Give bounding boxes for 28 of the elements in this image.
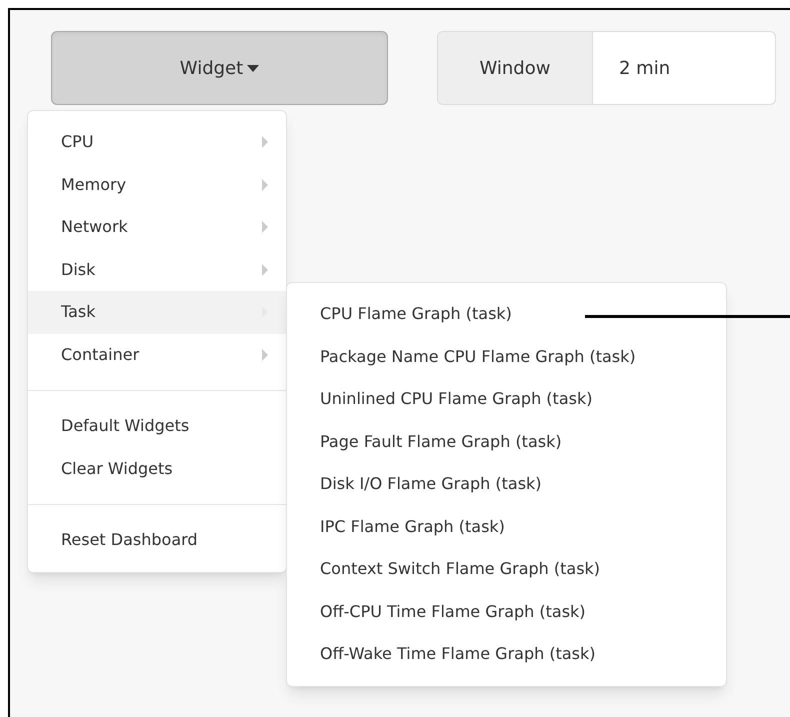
submenu-item[interactable]: Package Name CPU Flame Graph (task) xyxy=(287,336,726,378)
menu-item[interactable]: Clear Widgets xyxy=(28,448,286,490)
widget-button[interactable]: Widget xyxy=(51,31,388,105)
menu-item[interactable]: Container xyxy=(28,334,286,376)
window-label: Window xyxy=(438,32,593,104)
menu-item[interactable]: Network xyxy=(28,206,286,248)
caret-icon xyxy=(247,64,260,72)
submenu-item[interactable]: Page Fault Flame Graph (task) xyxy=(287,420,726,463)
submenu-item[interactable]: IPC Flame Graph (task) xyxy=(287,506,726,548)
submenu-item[interactable]: CPU Flame Graph (task) xyxy=(287,293,726,336)
menu-item[interactable]: CPU xyxy=(28,121,286,164)
submenu-item[interactable]: Off-Wake Time Flame Graph (task) xyxy=(287,633,726,676)
submenu-item[interactable]: Disk I/O Flame Graph (task) xyxy=(287,463,726,506)
window-selector[interactable]: Window 2 min xyxy=(437,31,776,105)
submenu-arrow-icon xyxy=(262,264,268,276)
submenu-arrow-icon xyxy=(262,221,268,234)
menu-item[interactable]: Task xyxy=(28,291,286,334)
submenu-arrow-icon xyxy=(262,178,268,191)
submenu-arrow-icon xyxy=(262,348,268,361)
window-value: 2 min xyxy=(618,56,670,80)
submenu-item[interactable]: Context Switch Flame Graph (task) xyxy=(287,548,726,590)
menu-item[interactable]: Reset Dashboard xyxy=(28,519,286,562)
menu-item[interactable]: Default Widgets xyxy=(28,405,286,448)
menu-item[interactable]: Memory xyxy=(28,164,286,206)
submenu-item[interactable]: Off-CPU Time Flame Graph (task) xyxy=(287,590,726,633)
submenu-arrow-icon xyxy=(262,136,268,148)
submenu-item[interactable]: Uninlined CPU Flame Graph (task) xyxy=(287,378,726,420)
menu-item[interactable]: Disk xyxy=(28,248,286,291)
